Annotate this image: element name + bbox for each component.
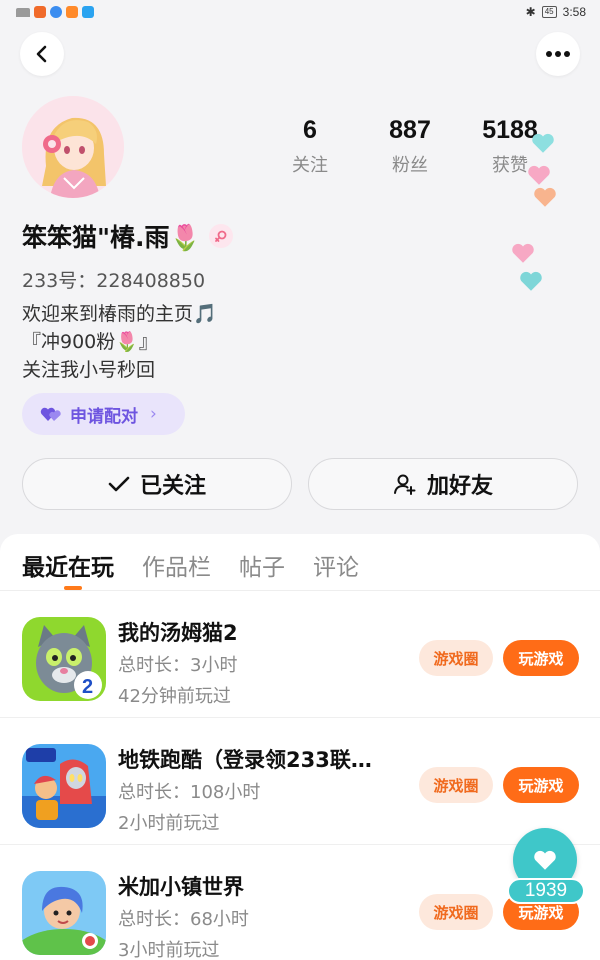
game-circle-button[interactable]: 游戏圈 — [419, 767, 493, 803]
game-title: 地铁跑酷（登录领233联… — [118, 748, 372, 772]
game-title: 我的汤姆猫2 — [118, 621, 238, 645]
game-last-played: 3小时前玩过 — [118, 940, 220, 960]
stat-value: 6 — [303, 116, 317, 144]
app-notification-icon — [82, 6, 94, 18]
tab-works[interactable]: 作品栏 — [142, 548, 211, 590]
follow-label: 已关注 — [139, 474, 206, 499]
game-last-played: 2小时前玩过 — [118, 813, 220, 834]
app-notification-icon — [50, 6, 62, 18]
pair-request-button[interactable]: 申请配对 › — [22, 393, 185, 435]
add-friend-button[interactable]: 加好友 — [308, 458, 578, 510]
heart-icon — [520, 271, 542, 291]
wifi-icon — [16, 7, 30, 17]
play-game-button[interactable]: 玩游戏 — [503, 767, 579, 803]
heart-icon — [532, 133, 554, 153]
heart-icon — [534, 850, 556, 870]
female-icon — [208, 224, 233, 248]
app-notification-icon — [34, 6, 46, 18]
game-title: 米加小镇世界 — [118, 875, 244, 899]
stat-label: 关注 — [292, 155, 328, 176]
game-icon-subway-surfers — [22, 744, 106, 828]
game-circle-button[interactable]: 游戏圈 — [419, 894, 493, 930]
game-list: 2 我的汤姆猫2 总时长：3小时 42分钟前玩过 游戏圈 玩游戏 地铁跑酷（登录… — [0, 591, 600, 960]
heart-icon — [512, 243, 534, 263]
profile-name: 笨笨猫"椿.雨🌷 — [22, 223, 201, 252]
avatar-illustration — [22, 96, 124, 198]
stat-label: 粉丝 — [392, 155, 428, 176]
list-item[interactable]: 2 我的汤姆猫2 总时长：3小时 42分钟前玩过 游戏圈 玩游戏 — [0, 591, 600, 718]
battery-icon: 45 — [541, 6, 557, 18]
status-time: 3:58 — [562, 5, 586, 19]
back-button[interactable] — [20, 32, 64, 76]
tab-recent-games[interactable]: 最近在玩 — [22, 548, 114, 590]
game-circle-button[interactable]: 游戏圈 — [419, 640, 493, 676]
list-item[interactable]: 地铁跑酷（登录领233联… 总时长：108小时 2小时前玩过 游戏圈 玩游戏 — [0, 718, 600, 845]
bio-line: 欢迎来到椿雨的主页🎵 — [22, 303, 217, 325]
bio-line: 『冲900粉🌷』 — [22, 331, 158, 353]
tab-bar: 最近在玩 作品栏 帖子 评论 — [0, 534, 600, 590]
game-icon-tom-cat: 2 — [22, 617, 106, 701]
double-heart-icon — [40, 407, 61, 421]
notification-icons — [16, 6, 94, 18]
name-row: 笨笨猫"椿.雨🌷 — [22, 218, 233, 254]
stat-followers[interactable]: 887 粉丝 — [360, 116, 460, 177]
game-last-played: 42分钟前玩过 — [118, 686, 231, 707]
user-id: 233号：228408850 — [22, 270, 206, 292]
check-icon — [108, 476, 130, 492]
follow-button[interactable]: 已关注 — [22, 458, 292, 510]
stat-value: 887 — [389, 116, 431, 144]
game-duration: 总时长：68小时 — [118, 909, 249, 930]
heart-icon — [534, 187, 556, 207]
tab-indicator — [64, 586, 82, 590]
game-icon-toca-world — [22, 871, 106, 955]
pair-label: 申请配对 — [70, 406, 138, 427]
app-notification-icon — [66, 6, 78, 18]
status-bar: ✱ 45 3:58 — [0, 0, 600, 24]
chevron-right-icon: › — [150, 404, 157, 424]
add-friend-label: 加好友 — [426, 474, 493, 499]
like-count: 1939 — [507, 878, 585, 904]
avatar[interactable] — [22, 96, 124, 198]
bluetooth-icon: ✱ — [525, 5, 536, 19]
game-duration: 总时长：3小时 — [118, 655, 238, 676]
tab-comments[interactable]: 评论 — [313, 548, 359, 590]
bio: 欢迎来到椿雨的主页🎵 『冲900粉🌷』 关注我小号秒回 — [22, 300, 217, 384]
profile-stats: 6 关注 887 粉丝 5188 获赞 — [260, 116, 560, 177]
svg-text:2: 2 — [82, 676, 93, 698]
bio-line: 关注我小号秒回 — [22, 359, 156, 381]
game-duration: 总时长：108小时 — [118, 782, 261, 803]
add-user-icon — [393, 474, 416, 495]
list-item[interactable]: 米加小镇世界 总时长：68小时 3小时前玩过 游戏圈 玩游戏 — [0, 845, 600, 960]
stat-following[interactable]: 6 关注 — [260, 116, 360, 177]
more-button[interactable] — [536, 32, 580, 76]
chevron-left-icon — [36, 45, 47, 63]
play-game-button[interactable]: 玩游戏 — [503, 640, 579, 676]
tab-posts[interactable]: 帖子 — [239, 548, 285, 590]
more-dots-icon — [546, 51, 570, 57]
